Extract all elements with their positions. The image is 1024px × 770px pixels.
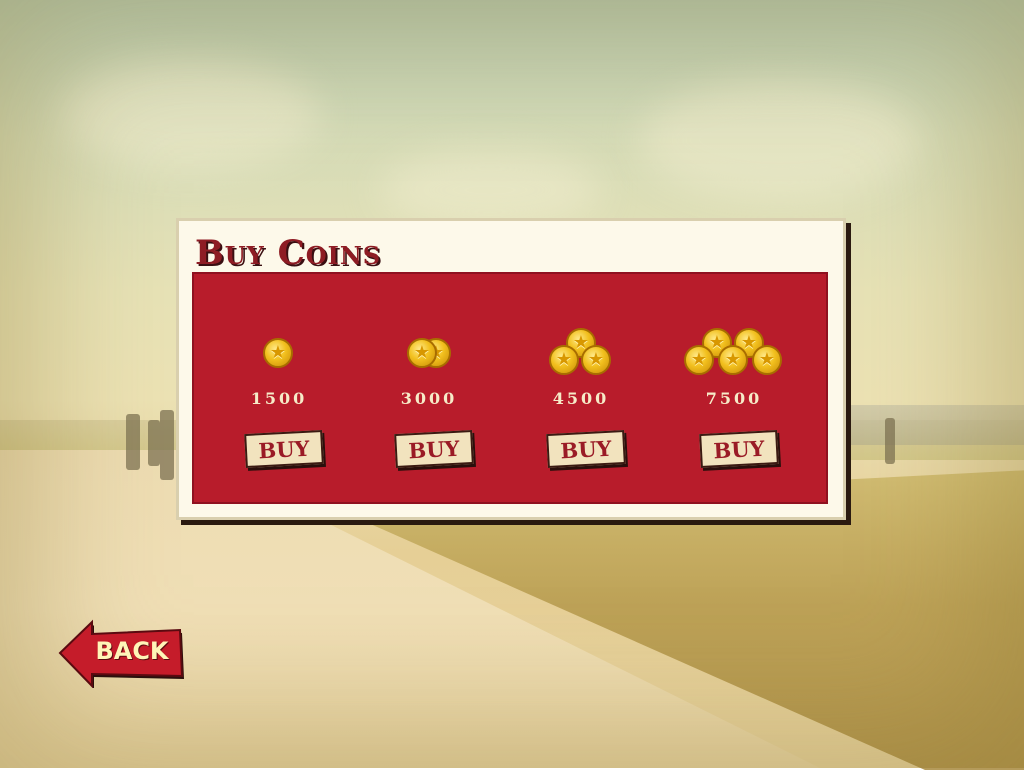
buy-coins-panel: Buy Coins ★ 1500 BUY ★ ★ 3000 BUY ★ ★ ★ … [176, 218, 846, 520]
buy-button-3000[interactable]: BUY [394, 429, 474, 469]
star-icon: ★ [269, 341, 287, 363]
star-icon: ★ [587, 348, 605, 370]
offer-amount: 1500 [250, 389, 308, 408]
offer-3000: ★ ★ 3000 BUY [359, 274, 499, 502]
coin-icon: ★ ★ ★ [511, 326, 651, 376]
panel-title: Buy Coins [195, 233, 382, 273]
back-label: BACK [95, 637, 169, 665]
offer-amount: 7500 [705, 389, 763, 408]
coin-icon: ★ [209, 326, 349, 376]
buy-button-7500[interactable]: BUY [699, 429, 779, 469]
back-button[interactable]: BACK [58, 618, 184, 688]
star-icon: ★ [724, 348, 742, 370]
offer-1500: ★ 1500 BUY [209, 274, 349, 502]
offer-4500: ★ ★ ★ 4500 BUY [511, 274, 651, 502]
star-icon: ★ [758, 348, 776, 370]
star-icon: ★ [690, 348, 708, 370]
offer-7500: ★ ★ ★ ★ ★ 7500 BUY [664, 274, 804, 502]
coin-icon: ★ ★ ★ ★ ★ [664, 326, 804, 376]
offer-amount: 3000 [400, 389, 458, 408]
buy-button-4500[interactable]: BUY [546, 429, 626, 469]
coin-icon: ★ ★ [359, 326, 499, 376]
star-icon: ★ [413, 341, 431, 363]
offers-container: ★ 1500 BUY ★ ★ 3000 BUY ★ ★ ★ 4500 BUY ★ [192, 272, 828, 504]
star-icon: ★ [555, 348, 573, 370]
buy-button-1500[interactable]: BUY [244, 429, 324, 469]
offer-amount: 4500 [552, 389, 610, 408]
